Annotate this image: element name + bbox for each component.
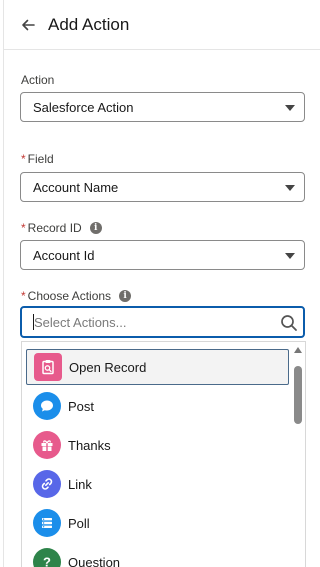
field-label: * Field — [21, 152, 54, 166]
poll-icon — [33, 509, 61, 537]
action-option-label: Link — [68, 476, 92, 492]
field-select-value: Account Name — [33, 180, 119, 195]
actions-dropdown: Open Record Post Thanks Link Poll ? Ques… — [21, 341, 306, 567]
action-label: Action — [21, 73, 54, 87]
add-action-panel: Add Action Action Salesforce Action * Fi… — [3, 0, 320, 567]
field-label-text: Field — [27, 152, 54, 166]
action-option-label: Thanks — [68, 437, 111, 453]
search-placeholder: Select Actions... — [34, 315, 127, 330]
back-arrow-icon[interactable] — [19, 16, 37, 34]
open-record-icon — [34, 353, 62, 381]
required-marker: * — [21, 221, 26, 235]
action-label-text: Action — [21, 73, 55, 87]
info-icon[interactable]: i — [89, 222, 102, 234]
action-select[interactable]: Salesforce Action — [20, 92, 305, 122]
info-icon[interactable]: i — [119, 290, 132, 302]
scrollbar-thumb[interactable] — [294, 366, 302, 424]
required-marker: * — [21, 152, 26, 166]
svg-text:?: ? — [43, 555, 51, 567]
scroll-up-arrow-icon[interactable] — [294, 347, 302, 353]
action-option-poll[interactable]: Poll — [26, 505, 289, 541]
record-id-select-value: Account Id — [33, 248, 95, 263]
chevron-down-icon — [285, 105, 295, 111]
action-option-label: Post — [68, 398, 95, 414]
chevron-down-icon — [285, 185, 295, 191]
dropdown-scrollbar[interactable] — [291, 342, 305, 567]
action-option-label: Open Record — [69, 359, 147, 375]
action-option-thanks[interactable]: Thanks — [26, 427, 289, 463]
action-option-question[interactable]: ? Question — [26, 544, 289, 567]
choose-actions-label: * Choose Actions i — [21, 289, 132, 303]
action-select-value: Salesforce Action — [33, 100, 134, 115]
record-id-label-text: Record ID — [27, 221, 82, 235]
chevron-down-icon — [285, 253, 295, 259]
thanks-icon — [33, 431, 61, 459]
panel-header: Add Action — [4, 0, 320, 50]
search-icon[interactable] — [280, 314, 298, 332]
choose-actions-search-input[interactable]: Select Actions... — [20, 306, 305, 338]
choose-actions-label-text: Choose Actions — [27, 289, 112, 303]
record-id-select[interactable]: Account Id — [20, 240, 305, 270]
post-icon — [33, 392, 61, 420]
action-option-label: Question — [68, 554, 121, 567]
required-marker: * — [21, 289, 26, 303]
question-icon: ? — [33, 548, 61, 567]
field-select[interactable]: Account Name — [20, 172, 305, 202]
action-option-post[interactable]: Post — [26, 388, 289, 424]
link-icon — [33, 470, 61, 498]
action-option-link[interactable]: Link — [26, 466, 289, 502]
page-title: Add Action — [48, 15, 130, 34]
action-option-label: Poll — [68, 515, 90, 531]
action-option-open-record[interactable]: Open Record — [26, 349, 289, 385]
record-id-label: * Record ID i — [21, 221, 102, 235]
